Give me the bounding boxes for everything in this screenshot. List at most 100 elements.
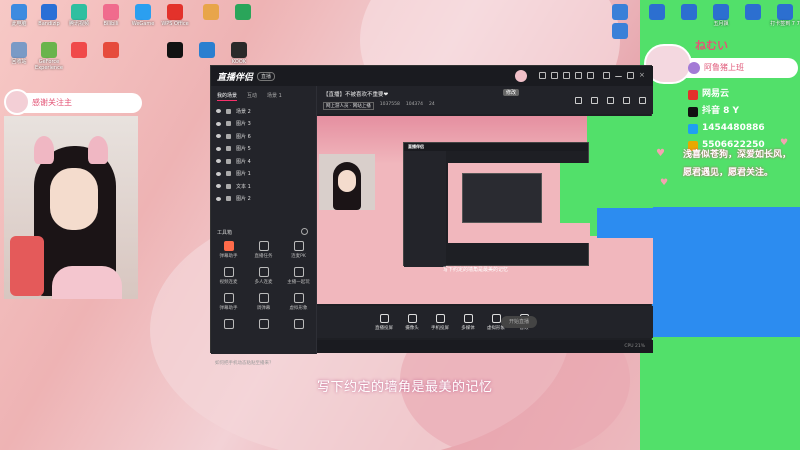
tool-button[interactable]: 多人连麦 <box>246 267 281 285</box>
fullscreen-icon[interactable] <box>639 97 646 104</box>
tool-button[interactable]: 直播任务 <box>246 241 281 259</box>
scene-item[interactable]: 图片 4 <box>211 155 316 168</box>
user-avatar[interactable] <box>515 70 527 82</box>
tool-label: 连麦PK <box>291 254 306 259</box>
desktop-icon[interactable] <box>738 2 768 21</box>
social-text: 抖音 8 Y <box>702 106 740 116</box>
sidebar-tabs: 我的场景 互动 场景 1 <box>211 86 316 105</box>
gear-icon[interactable] <box>301 228 308 235</box>
app-icon <box>231 42 247 58</box>
app-icon <box>11 4 27 20</box>
desktop-icon[interactable] <box>64 40 94 59</box>
maximize-icon[interactable] <box>627 72 634 79</box>
eye-icon[interactable] <box>216 159 221 164</box>
desktop-icon[interactable] <box>228 2 258 21</box>
start-stream-button[interactable]: 开始直播 <box>501 316 537 328</box>
tool-button[interactable]: 视频连麦 <box>211 267 246 285</box>
close-icon[interactable]: × <box>639 72 646 79</box>
control-button[interactable]: 直播投屏 <box>373 313 395 331</box>
lock-icon[interactable] <box>575 97 582 104</box>
bell-icon[interactable] <box>623 97 630 104</box>
window-icon[interactable] <box>591 97 598 104</box>
desktop-icon[interactable]: GeForce Experience <box>34 40 64 71</box>
desktop-icon[interactable] <box>605 23 635 39</box>
scene-item[interactable]: 图片 1 <box>211 168 316 181</box>
blue-block <box>648 207 800 337</box>
app-icon <box>103 42 119 58</box>
sidebar-tab-2[interactable]: 场景 1 <box>267 92 282 101</box>
tool-button[interactable]: 主播一起玩 <box>281 267 316 285</box>
desktop-icon-label: 回收站 <box>11 59 27 65</box>
control-button[interactable]: 手机投屏 <box>429 313 451 331</box>
eye-icon[interactable] <box>216 146 221 151</box>
desktop-icon[interactable]: 此电脑 <box>4 2 34 27</box>
stream-preview[interactable]: 直播伴侣 写下约定的墙角是最美的记忆 <box>317 116 653 304</box>
desktop-icon[interactable]: WeGame <box>128 2 158 27</box>
desktop-icon[interactable] <box>160 40 190 59</box>
desktop-icon[interactable] <box>605 4 635 20</box>
scene-label: 文本 1 <box>236 183 251 190</box>
eye-icon[interactable] <box>216 171 221 176</box>
desktop-icon[interactable] <box>674 2 704 21</box>
desktop-icon[interactable] <box>642 2 672 21</box>
desktop-icon[interactable]: 腾讯视频 <box>64 2 94 27</box>
scene-item[interactable]: 图片 2 <box>211 193 316 206</box>
desktop-icon[interactable] <box>192 40 222 59</box>
desktop-icon[interactable] <box>96 40 126 59</box>
tool-button[interactable]: 调弹幕 <box>246 293 281 311</box>
lock-icon[interactable] <box>216 184 221 189</box>
tool-button[interactable] <box>211 319 246 331</box>
help-tip[interactable]: 如何把手机动态粘贴至播来？ <box>215 360 274 366</box>
toolbar-icon[interactable] <box>539 72 546 79</box>
eye-icon[interactable] <box>216 121 221 126</box>
minimize-icon[interactable] <box>615 73 622 77</box>
stream-stat: 24 <box>429 102 435 107</box>
tool-button[interactable]: 弹幕助手 <box>211 241 246 259</box>
app-icon <box>71 4 87 20</box>
scene-type-icon <box>226 196 231 202</box>
tool-icon <box>293 267 304 277</box>
desktop-icon[interactable]: 回收站 <box>4 40 34 65</box>
desktop-icon[interactable]: WPS Office <box>160 2 190 27</box>
sidebar-tab-0[interactable]: 我的场景 <box>217 92 238 101</box>
scene-item[interactable]: 场景 2 <box>211 105 316 118</box>
menu-icon[interactable] <box>603 72 610 79</box>
toolbar-icon[interactable] <box>551 72 558 79</box>
desktop-icon[interactable]: 打卡签到 7 7 <box>770 2 800 27</box>
scene-type-icon <box>226 108 231 114</box>
tool-button[interactable]: 虚拟形象 <box>281 293 316 311</box>
file-icon <box>745 4 761 20</box>
tool-button[interactable]: 连麦PK <box>281 241 316 259</box>
stream-stat: 1037558 <box>379 102 400 107</box>
streaming-app-window[interactable]: 直播伴侣 直播 × 我的场景 互动 场景 1 场景 2 图片 3 图片 6 图片 5 图片 … <box>210 65 653 366</box>
desktop-icon[interactable]: Bilibili <box>96 2 126 27</box>
scene-item[interactable]: 图片 3 <box>211 118 316 131</box>
desktop-icon[interactable] <box>196 2 226 21</box>
control-button[interactable]: 多媒体 <box>457 313 479 331</box>
file-icon <box>612 23 628 39</box>
scene-item[interactable]: 文本 1 <box>211 180 316 193</box>
toolbar-icon[interactable] <box>563 72 570 79</box>
desktop-icon[interactable]: Bandizip <box>34 2 64 27</box>
desktop-icon[interactable]: 五月飘 <box>706 2 736 27</box>
copy-icon[interactable] <box>607 97 614 104</box>
eye-icon[interactable] <box>216 134 221 139</box>
sidebar-tab-1[interactable]: 互动 <box>247 92 257 101</box>
scene-item[interactable]: 图片 6 <box>211 130 316 143</box>
desktop-icon[interactable]: KOOK <box>224 40 254 65</box>
app-icon <box>235 4 251 20</box>
control-button[interactable]: 摄像头 <box>401 313 423 331</box>
edit-title-button[interactable]: 修改 <box>503 89 520 96</box>
tool-button[interactable] <box>281 319 316 331</box>
toolbar-icon[interactable] <box>587 72 594 79</box>
social-icon <box>688 123 698 134</box>
scene-label: 场景 2 <box>236 108 251 115</box>
eye-icon[interactable] <box>216 109 221 114</box>
eye-icon[interactable] <box>216 196 221 201</box>
desktop-icons-right <box>605 2 640 42</box>
toolbar-icon[interactable] <box>575 72 582 79</box>
tool-button[interactable] <box>246 319 281 331</box>
tool-button[interactable]: 弹幕助手 <box>211 293 246 311</box>
scene-item[interactable]: 图片 5 <box>211 143 316 156</box>
app-badge: 直播 <box>257 71 276 81</box>
